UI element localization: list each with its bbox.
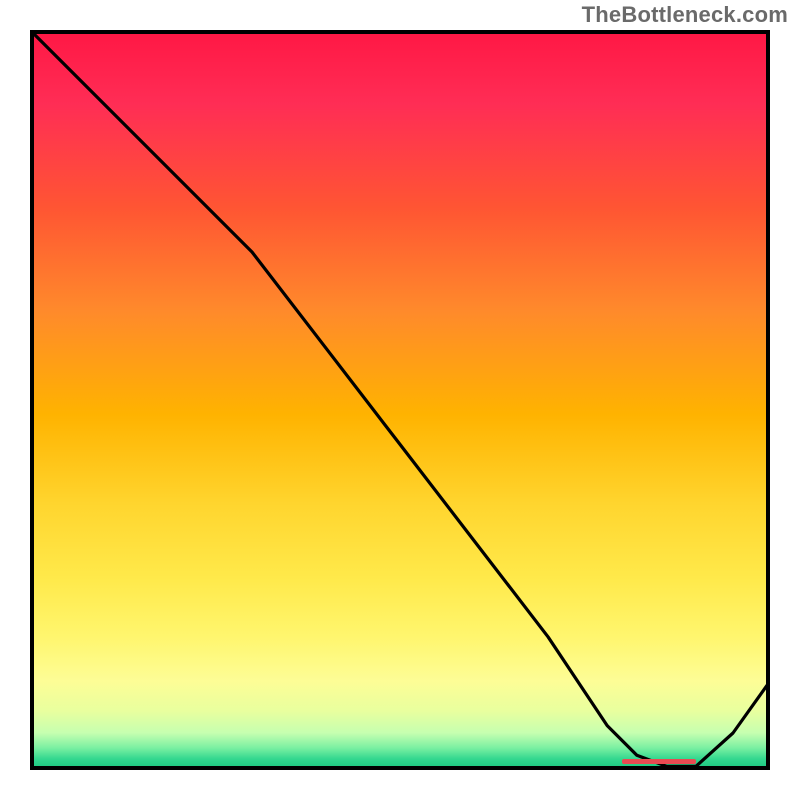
plot-area: [30, 30, 770, 770]
bottleneck-curve: [30, 30, 770, 770]
watermark-text: TheBottleneck.com: [582, 2, 788, 28]
optimum-marker: [622, 759, 696, 764]
chart-container: TheBottleneck.com: [0, 0, 800, 800]
curve-path: [30, 30, 770, 766]
